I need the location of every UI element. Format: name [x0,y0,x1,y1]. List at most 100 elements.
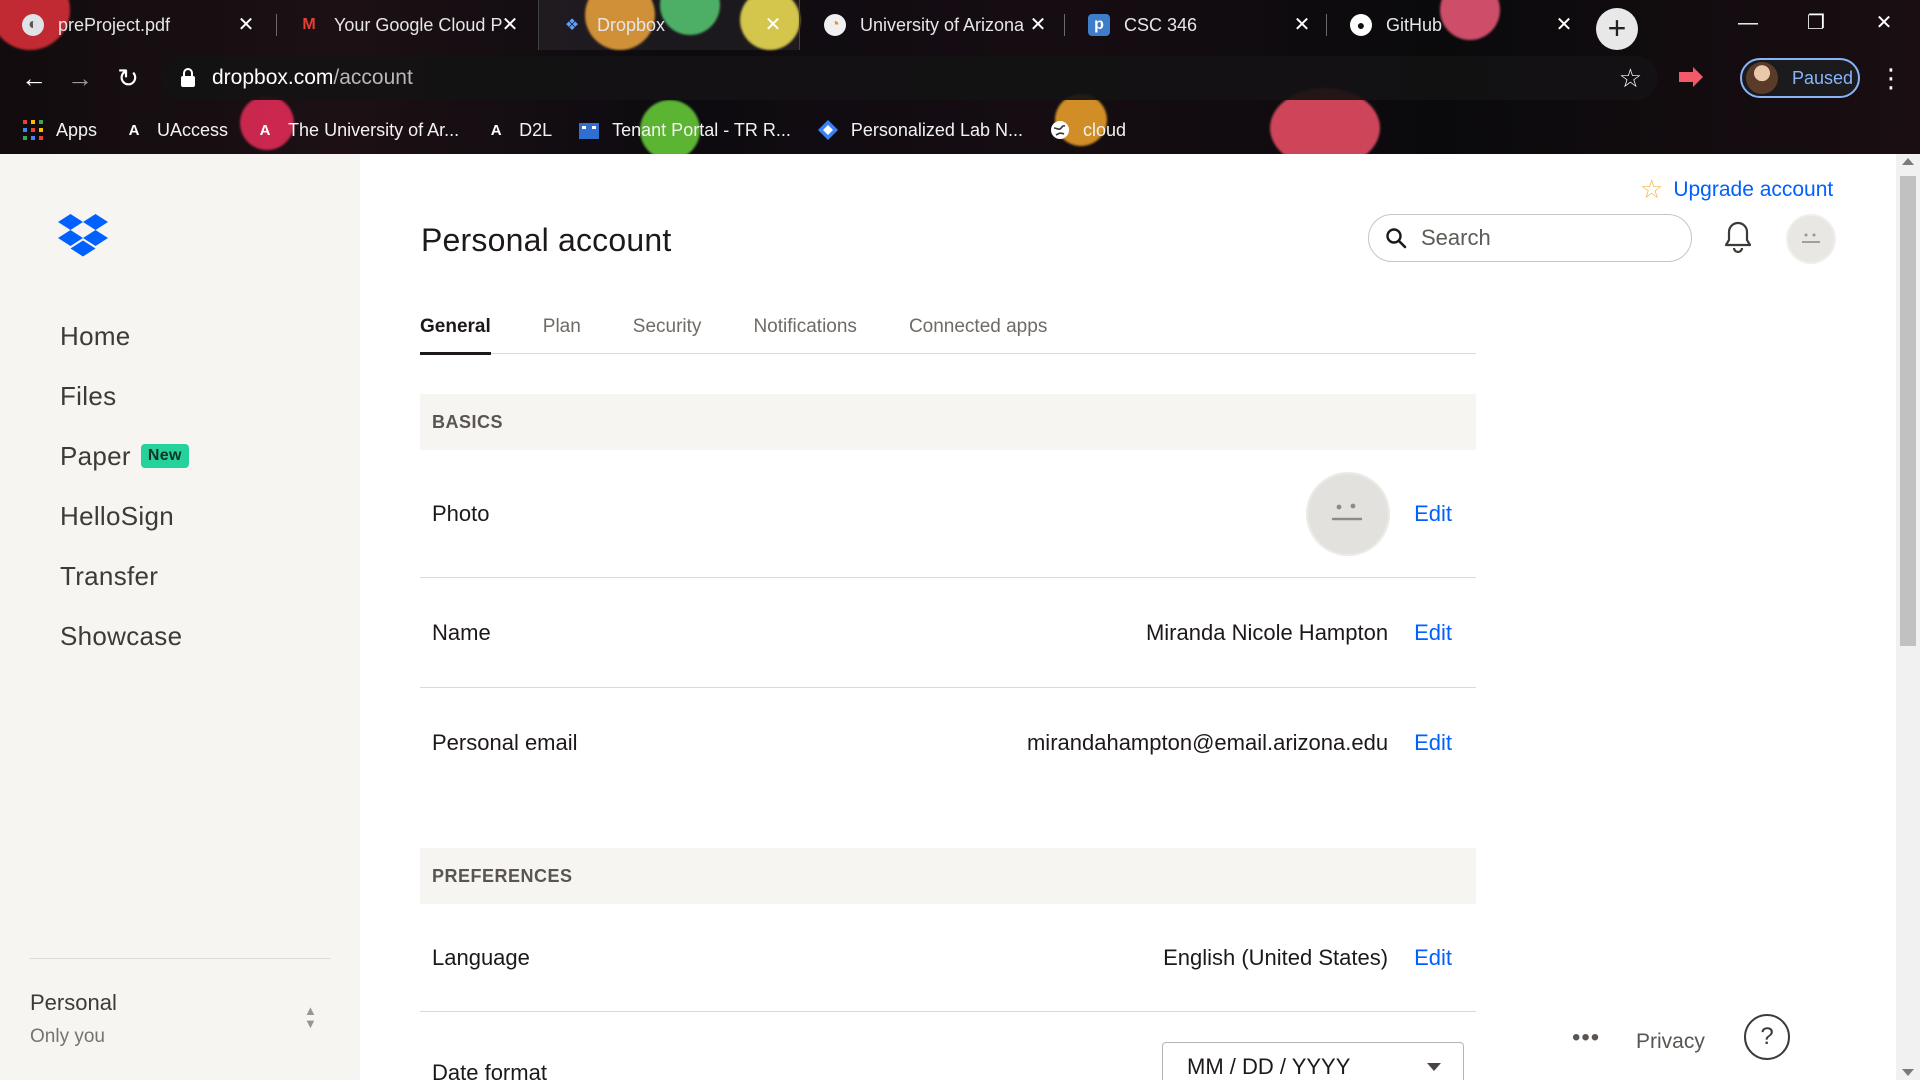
scroll-up-arrow-icon[interactable] [1902,158,1914,165]
building-icon [578,119,600,141]
github-icon: ● [1350,14,1372,36]
globe-icon: ◔ [824,14,846,36]
tab-security[interactable]: Security [633,298,702,354]
browser-chrome: ◐ preProject.pdf ✕ M Your Google Cloud P… [0,0,1920,154]
account-switcher[interactable]: Personal Only you [30,990,117,1048]
address-bar[interactable]: dropbox.com/account ☆ [162,56,1658,100]
scrollbar-thumb[interactable] [1900,176,1916,646]
close-tab-icon[interactable]: ✕ [1290,13,1314,37]
search-box[interactable] [1368,214,1692,262]
bookmark-uaccess[interactable]: A UAccess [123,119,228,141]
browser-tab[interactable]: ● GitHub ✕ [1328,0,1590,50]
edit-language-link[interactable]: Edit [1414,945,1452,971]
arizona-a-icon: A [259,121,271,139]
close-window-button[interactable]: ✕ [1854,6,1914,40]
tab-title: preProject.pdf [58,14,171,35]
minimize-button[interactable]: — [1718,6,1778,40]
browser-tab-active[interactable]: ❖ Dropbox ✕ [538,0,800,50]
apps-grid-icon [22,119,44,141]
extension-icon[interactable] [1676,62,1706,92]
lock-icon [180,68,196,88]
page-scrollbar[interactable] [1896,154,1920,1080]
notification-bell-icon[interactable] [1722,220,1754,254]
chevron-up-down-icon[interactable]: ▲ ▼ [304,1004,317,1030]
bookmark-cloud[interactable]: cloud [1049,119,1126,141]
language-value: English (United States) [1163,944,1389,970]
sidebar-item-hellosign[interactable]: HelloSign [60,486,189,546]
close-tab-icon[interactable]: ✕ [1026,13,1050,37]
tab-plan[interactable]: Plan [543,298,581,354]
bookmark-personalized-lab[interactable]: Personalized Lab N... [817,119,1023,141]
browser-menu-icon[interactable]: ⋮ [1878,62,1904,94]
browser-tab[interactable]: M Your Google Cloud P ✕ [276,0,536,50]
language-label: Language [432,944,530,970]
tab-title: GitHub [1386,14,1443,35]
edit-name-link[interactable]: Edit [1414,620,1452,646]
sidebar-item-label: HelloSign [60,500,174,531]
diamond-icon [817,119,839,141]
profile-paused-button[interactable]: Paused [1740,58,1860,98]
browser-tab[interactable]: p CSC 346 ✕ [1066,0,1328,50]
bookmark-label: UAccess [157,119,229,140]
email-row: Personal email mirandahampton@email.ariz… [420,688,1476,798]
bookmark-star-icon[interactable]: ☆ [1619,63,1642,94]
bookmark-label: Personalized Lab N... [850,119,1023,140]
tab-notifications[interactable]: Notifications [753,298,857,354]
search-input[interactable] [1421,225,1661,251]
star-outline-icon: ☆ [1640,174,1664,204]
edit-email-link[interactable]: Edit [1414,730,1452,756]
bookmark-university-of-arizona[interactable]: A The University of Ar... [254,119,459,141]
tab-title: University of Arizona [860,14,1025,35]
globe-icon [1049,119,1071,141]
photo-label: Photo [432,500,490,526]
upgrade-account-link[interactable]: ☆ Upgrade account [1640,174,1833,205]
browser-tab[interactable]: ◐ preProject.pdf ✕ [0,0,272,50]
date-format-select[interactable]: MM / DD / YYYY [1162,1042,1464,1080]
tab-divider [1326,14,1327,36]
close-tab-icon[interactable]: ✕ [234,13,258,37]
scroll-down-arrow-icon[interactable] [1902,1069,1914,1076]
dropbox-logo-icon[interactable] [58,214,108,260]
sidebar-item-home[interactable]: Home [60,306,189,366]
restore-button[interactable]: ❐ [1786,6,1846,40]
edit-photo-link[interactable]: Edit [1414,501,1452,527]
bookmark-d2l[interactable]: A D2L [485,119,552,141]
sidebar-item-files[interactable]: Files [60,366,189,426]
forward-button[interactable]: → [62,60,98,96]
back-button[interactable]: ← [16,60,52,96]
reload-button[interactable]: ↻ [110,60,146,96]
address-bar-row: ← → ↻ dropbox.com/account ☆ Paused ⋮ [0,50,1920,106]
bookmark-apps[interactable]: Apps [22,119,97,141]
bookmark-tenant-portal[interactable]: Tenant Portal - TR R... [578,119,791,141]
close-tab-icon[interactable]: ✕ [1552,13,1576,37]
tab-general[interactable]: General [420,298,491,355]
sidebar-item-label: Home [60,320,131,351]
email-value: mirandahampton@email.arizona.edu [1026,730,1389,755]
bookmark-label: cloud [1082,119,1127,140]
dropbox-page: Home Files Paper New HelloSign Transfer … [0,154,1920,1080]
profile-status: Paused [1792,67,1854,88]
sidebar-item-showcase[interactable]: Showcase [60,606,189,666]
close-tab-icon[interactable]: ✕ [498,13,522,37]
close-tab-icon[interactable]: ✕ [761,13,785,37]
sidebar-item-paper[interactable]: Paper New [60,426,189,486]
new-tab-button[interactable]: + [1596,8,1638,50]
sidebar: Home Files Paper New HelloSign Transfer … [0,154,360,1080]
bookmarks-bar: Apps A UAccess A The University of Ar...… [0,106,1920,154]
help-button[interactable]: ? [1744,1014,1790,1060]
tab-title: Dropbox [597,14,666,35]
sidebar-item-label: Files [60,380,117,411]
account-name: Personal [30,990,117,1015]
arizona-a-icon: A [490,121,502,139]
bookmark-label: The University of Ar... [288,119,460,140]
privacy-link[interactable]: Privacy [1636,1030,1705,1054]
preferences-heading: PREFERENCES [420,848,1476,904]
more-options-icon[interactable]: ••• [1572,1024,1600,1052]
sidebar-item-transfer[interactable]: Transfer [60,546,189,606]
browser-tab[interactable]: ◔ University of Arizona ✕ [802,0,1064,50]
email-label: Personal email [432,730,578,755]
user-avatar[interactable] [1786,214,1836,264]
url-text: dropbox.com/account [212,66,413,90]
tab-connected-apps[interactable]: Connected apps [909,298,1047,354]
account-subtitle: Only you [30,1026,105,1047]
